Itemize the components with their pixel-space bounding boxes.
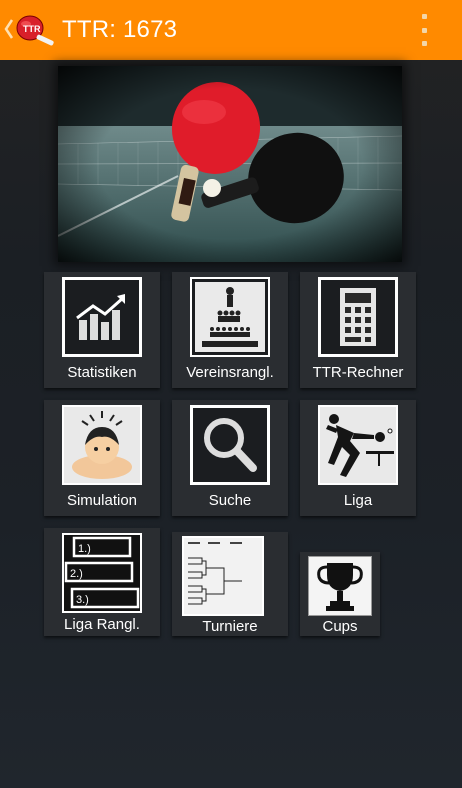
club-ranking-icon: [190, 277, 270, 357]
tile-label: Statistiken: [67, 364, 137, 381]
tile-suche[interactable]: Suche: [172, 400, 288, 516]
tile-liga-rangl[interactable]: 1.) 2.) 3.) Liga Rangl.: [44, 528, 160, 636]
tile-label: Vereinsrangl.: [186, 364, 274, 381]
tile-vereinsrangl[interactable]: Vereinsrangl.: [172, 272, 288, 388]
back-chevron-icon[interactable]: [4, 18, 14, 40]
ranking-list-icon: 1.) 2.) 3.): [62, 533, 142, 613]
tile-cups[interactable]: Cups: [300, 552, 380, 636]
svg-text:2.): 2.): [70, 568, 83, 580]
svg-text:1.): 1.): [78, 543, 91, 555]
bar-chart-icon: [62, 277, 142, 357]
tournament-bracket-icon: [182, 536, 264, 616]
tile-ttr-rechner[interactable]: TTR-Rechner: [300, 272, 416, 388]
person-icon: [62, 405, 142, 485]
tile-label: Suche: [208, 492, 252, 509]
tile-label: Liga: [343, 492, 373, 509]
tile-liga[interactable]: Liga: [300, 400, 416, 516]
table-tennis-player-icon: [318, 405, 398, 485]
tile-turniere[interactable]: Turniere: [172, 532, 288, 636]
banner-image: [58, 66, 402, 262]
svg-text:3.): 3.): [76, 594, 89, 606]
tile-label: Turniere: [202, 618, 258, 635]
calculator-icon: [318, 277, 398, 357]
app-logo-icon[interactable]: TTR: [14, 12, 58, 48]
page-title: TTR: 1673: [62, 16, 178, 43]
svg-text:TTR: TTR: [23, 24, 41, 34]
overflow-menu-icon[interactable]: [418, 14, 430, 46]
tile-label: Liga Rangl.: [64, 616, 140, 633]
app-bar: TTR TTR: 1673: [0, 0, 462, 60]
tile-label: Cups: [322, 618, 358, 635]
tile-simulation[interactable]: Simulation: [44, 400, 160, 516]
trophy-icon: [308, 556, 372, 616]
tile-label: TTR-Rechner: [312, 364, 404, 381]
tile-label: Simulation: [66, 492, 138, 509]
magnifier-icon: [190, 405, 270, 485]
tile-statistiken[interactable]: Statistiken: [44, 272, 160, 388]
